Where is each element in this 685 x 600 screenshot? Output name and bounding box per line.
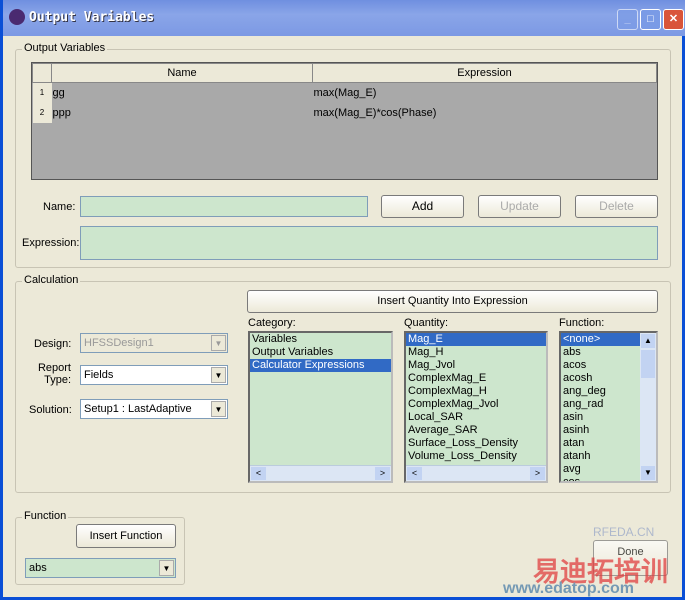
table-row[interactable]: 1 gg max(Mag_E) bbox=[32, 82, 657, 103]
group-label: Calculation bbox=[22, 274, 81, 286]
chevron-down-icon[interactable]: ▼ bbox=[641, 466, 655, 480]
app-logo-icon bbox=[9, 9, 25, 25]
variables-table[interactable]: Name Expression 1 gg max(Mag_E) 2 ppp ma… bbox=[31, 62, 658, 180]
list-item[interactable]: Mag_H bbox=[406, 346, 546, 359]
insert-quantity-button[interactable]: Insert Quantity Into Expression bbox=[247, 290, 658, 313]
watermark-site: RFEDA.CN bbox=[593, 525, 655, 539]
function-label: Function: bbox=[559, 317, 605, 329]
list-item[interactable]: Mag_E bbox=[406, 333, 546, 346]
expression-input[interactable] bbox=[80, 226, 658, 260]
report-type-label: Report Type: bbox=[37, 362, 71, 386]
chevron-right-icon[interactable]: > bbox=[530, 467, 545, 480]
list-item[interactable]: Volume_Loss_Density bbox=[406, 450, 546, 463]
chevron-up-icon[interactable]: ▲ bbox=[641, 334, 655, 348]
column-header-name[interactable]: Name bbox=[51, 63, 313, 83]
list-item[interactable]: ComplexMag_E bbox=[406, 372, 546, 385]
add-button[interactable]: Add bbox=[381, 195, 464, 218]
horizontal-scrollbar[interactable]: < > bbox=[406, 465, 546, 481]
solution-select[interactable]: Setup1 : LastAdaptive ▼ bbox=[80, 399, 228, 419]
row-expression[interactable]: max(Mag_E) bbox=[313, 83, 657, 103]
list-item[interactable]: Mag_Jvol bbox=[406, 359, 546, 372]
row-name[interactable]: ppp bbox=[52, 103, 313, 123]
design-value: HFSSDesign1 bbox=[84, 337, 154, 349]
watermark-url: www.edatop.com bbox=[503, 580, 634, 597]
name-label: Name: bbox=[43, 201, 76, 213]
function-select[interactable]: abs ▼ bbox=[25, 558, 176, 578]
window-title: Output Variables bbox=[29, 10, 155, 25]
list-item[interactable]: ComplexMag_Jvol bbox=[406, 398, 546, 411]
name-input[interactable] bbox=[80, 196, 368, 217]
chevron-down-icon: ▼ bbox=[211, 401, 226, 417]
category-label: Category: bbox=[248, 317, 296, 329]
output-variables-dialog: Output Variables _ □ ✕ Output Variables … bbox=[0, 0, 685, 600]
horizontal-scrollbar[interactable]: < > bbox=[250, 465, 391, 481]
update-button[interactable]: Update bbox=[478, 195, 561, 218]
minimize-button[interactable]: _ bbox=[617, 9, 638, 30]
insert-function-button[interactable]: Insert Function bbox=[76, 524, 176, 548]
expression-label: Expression: bbox=[22, 237, 80, 249]
chevron-left-icon[interactable]: < bbox=[251, 467, 266, 480]
solution-label: Solution: bbox=[29, 404, 72, 416]
list-item[interactable]: Surface_Loss_Density bbox=[406, 437, 546, 450]
list-item[interactable]: Variables bbox=[250, 333, 391, 346]
group-label: Function bbox=[22, 510, 69, 522]
table-row[interactable]: 2 ppp max(Mag_E)*cos(Phase) bbox=[32, 102, 657, 123]
column-header-expression[interactable]: Expression bbox=[312, 63, 657, 83]
maximize-button[interactable]: □ bbox=[640, 9, 661, 30]
delete-button[interactable]: Delete bbox=[575, 195, 658, 218]
row-number: 2 bbox=[32, 102, 52, 123]
quantity-label: Quantity: bbox=[404, 317, 449, 329]
chevron-left-icon[interactable]: < bbox=[407, 467, 422, 480]
quantity-list[interactable]: Mag_E Mag_H Mag_Jvol ComplexMag_E Comple… bbox=[404, 331, 548, 483]
close-button[interactable]: ✕ bbox=[663, 9, 684, 30]
list-item[interactable]: Calculator Expressions bbox=[250, 359, 391, 372]
design-label: Design: bbox=[34, 338, 72, 350]
category-list[interactable]: Variables Output Variables Calculator Ex… bbox=[248, 331, 393, 483]
chevron-right-icon[interactable]: > bbox=[375, 467, 390, 480]
list-item[interactable]: Local_SAR bbox=[406, 411, 546, 424]
group-label: Output Variables bbox=[22, 42, 108, 54]
list-item[interactable]: ComplexMag_H bbox=[406, 385, 546, 398]
solution-value: Setup1 : LastAdaptive bbox=[84, 403, 192, 415]
row-expression[interactable]: max(Mag_E)*cos(Phase) bbox=[313, 103, 657, 123]
report-type-select[interactable]: Fields ▼ bbox=[80, 365, 228, 385]
chevron-down-icon: ▼ bbox=[211, 367, 226, 383]
done-button[interactable]: Done bbox=[593, 540, 668, 576]
scroll-thumb[interactable] bbox=[641, 350, 655, 378]
chevron-down-icon: ▼ bbox=[159, 560, 174, 576]
chevron-down-icon: ▼ bbox=[211, 335, 226, 351]
vertical-scrollbar[interactable]: ▲ ▼ bbox=[640, 333, 656, 481]
report-type-value: Fields bbox=[84, 369, 114, 381]
title-bar: Output Variables _ □ ✕ bbox=[3, 0, 685, 36]
row-name[interactable]: gg bbox=[52, 83, 313, 103]
function-value: abs bbox=[29, 562, 47, 574]
function-list[interactable]: <none> abs acos acosh ang_deg ang_rad as… bbox=[559, 331, 658, 483]
row-number: 1 bbox=[32, 82, 52, 103]
list-item[interactable]: Output Variables bbox=[250, 346, 391, 359]
design-select[interactable]: HFSSDesign1 ▼ bbox=[80, 333, 228, 353]
list-item[interactable]: Average_SAR bbox=[406, 424, 546, 437]
list-item[interactable]: <none> bbox=[561, 333, 640, 346]
